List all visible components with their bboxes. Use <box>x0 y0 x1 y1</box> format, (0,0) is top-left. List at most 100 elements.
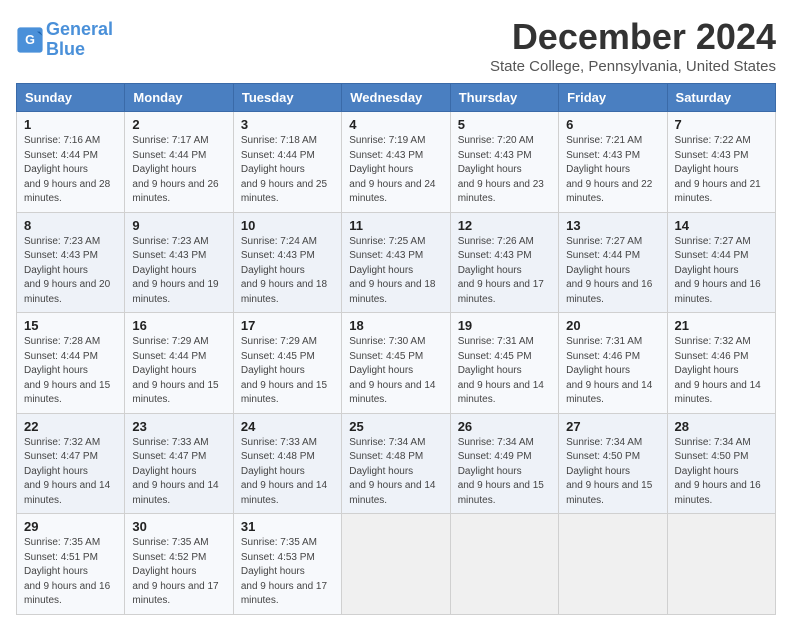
logo-line2: Blue <box>46 39 85 59</box>
calendar-cell: 8 Sunrise: 7:23 AMSunset: 4:43 PMDayligh… <box>17 212 125 313</box>
calendar-cell: 16 Sunrise: 7:29 AMSunset: 4:44 PMDaylig… <box>125 313 233 414</box>
day-info: Sunrise: 7:22 AMSunset: 4:43 PMDaylight … <box>675 135 761 204</box>
day-info: Sunrise: 7:23 AMSunset: 4:43 PMDaylight … <box>24 236 110 305</box>
calendar-cell: 9 Sunrise: 7:23 AMSunset: 4:43 PMDayligh… <box>125 212 233 313</box>
day-number: 19 <box>458 318 551 333</box>
weekday-header-saturday: Saturday <box>667 84 775 112</box>
day-number: 21 <box>675 318 768 333</box>
calendar-cell <box>667 514 775 615</box>
day-number: 7 <box>675 117 768 132</box>
location: State College, Pennsylvania, United Stat… <box>490 58 776 75</box>
day-number: 23 <box>132 419 225 434</box>
day-info: Sunrise: 7:35 AMSunset: 4:53 PMDaylight … <box>241 537 327 606</box>
day-number: 28 <box>675 419 768 434</box>
svg-text:G: G <box>25 33 35 47</box>
day-number: 25 <box>349 419 442 434</box>
day-info: Sunrise: 7:26 AMSunset: 4:43 PMDaylight … <box>458 236 544 305</box>
day-number: 14 <box>675 218 768 233</box>
weekday-header-friday: Friday <box>559 84 667 112</box>
day-number: 15 <box>24 318 117 333</box>
calendar-cell: 1 Sunrise: 7:16 AMSunset: 4:44 PMDayligh… <box>17 112 125 213</box>
day-info: Sunrise: 7:28 AMSunset: 4:44 PMDaylight … <box>24 336 110 405</box>
day-number: 30 <box>132 519 225 534</box>
day-number: 1 <box>24 117 117 132</box>
calendar-cell: 7 Sunrise: 7:22 AMSunset: 4:43 PMDayligh… <box>667 112 775 213</box>
calendar-table: SundayMondayTuesdayWednesdayThursdayFrid… <box>16 83 776 615</box>
day-info: Sunrise: 7:25 AMSunset: 4:43 PMDaylight … <box>349 236 435 305</box>
day-info: Sunrise: 7:19 AMSunset: 4:43 PMDaylight … <box>349 135 435 204</box>
day-info: Sunrise: 7:27 AMSunset: 4:44 PMDaylight … <box>566 236 652 305</box>
day-info: Sunrise: 7:31 AMSunset: 4:45 PMDaylight … <box>458 336 544 405</box>
calendar-cell: 20 Sunrise: 7:31 AMSunset: 4:46 PMDaylig… <box>559 313 667 414</box>
calendar-cell: 31 Sunrise: 7:35 AMSunset: 4:53 PMDaylig… <box>233 514 341 615</box>
day-info: Sunrise: 7:29 AMSunset: 4:44 PMDaylight … <box>132 336 218 405</box>
day-number: 12 <box>458 218 551 233</box>
day-number: 5 <box>458 117 551 132</box>
day-info: Sunrise: 7:20 AMSunset: 4:43 PMDaylight … <box>458 135 544 204</box>
day-info: Sunrise: 7:30 AMSunset: 4:45 PMDaylight … <box>349 336 435 405</box>
calendar-cell: 29 Sunrise: 7:35 AMSunset: 4:51 PMDaylig… <box>17 514 125 615</box>
day-info: Sunrise: 7:32 AMSunset: 4:46 PMDaylight … <box>675 336 761 405</box>
day-info: Sunrise: 7:33 AMSunset: 4:47 PMDaylight … <box>132 437 218 506</box>
day-info: Sunrise: 7:34 AMSunset: 4:48 PMDaylight … <box>349 437 435 506</box>
logo-icon: G <box>16 26 44 54</box>
day-number: 31 <box>241 519 334 534</box>
day-number: 22 <box>24 419 117 434</box>
header: G General Blue December 2024 State Colle… <box>16 16 776 75</box>
calendar-cell: 17 Sunrise: 7:29 AMSunset: 4:45 PMDaylig… <box>233 313 341 414</box>
day-info: Sunrise: 7:32 AMSunset: 4:47 PMDaylight … <box>24 437 110 506</box>
day-number: 2 <box>132 117 225 132</box>
calendar-cell: 13 Sunrise: 7:27 AMSunset: 4:44 PMDaylig… <box>559 212 667 313</box>
calendar-cell: 21 Sunrise: 7:32 AMSunset: 4:46 PMDaylig… <box>667 313 775 414</box>
calendar-cell: 10 Sunrise: 7:24 AMSunset: 4:43 PMDaylig… <box>233 212 341 313</box>
day-number: 27 <box>566 419 659 434</box>
week-row-3: 15 Sunrise: 7:28 AMSunset: 4:44 PMDaylig… <box>17 313 776 414</box>
day-number: 18 <box>349 318 442 333</box>
calendar-cell: 23 Sunrise: 7:33 AMSunset: 4:47 PMDaylig… <box>125 413 233 514</box>
day-info: Sunrise: 7:35 AMSunset: 4:52 PMDaylight … <box>132 537 218 606</box>
weekday-header-tuesday: Tuesday <box>233 84 341 112</box>
day-info: Sunrise: 7:27 AMSunset: 4:44 PMDaylight … <box>675 236 761 305</box>
day-info: Sunrise: 7:35 AMSunset: 4:51 PMDaylight … <box>24 537 110 606</box>
calendar-cell: 30 Sunrise: 7:35 AMSunset: 4:52 PMDaylig… <box>125 514 233 615</box>
day-info: Sunrise: 7:29 AMSunset: 4:45 PMDaylight … <box>241 336 327 405</box>
day-number: 9 <box>132 218 225 233</box>
day-info: Sunrise: 7:16 AMSunset: 4:44 PMDaylight … <box>24 135 110 204</box>
weekday-header-wednesday: Wednesday <box>342 84 450 112</box>
day-number: 10 <box>241 218 334 233</box>
day-number: 24 <box>241 419 334 434</box>
calendar-cell: 12 Sunrise: 7:26 AMSunset: 4:43 PMDaylig… <box>450 212 558 313</box>
week-row-2: 8 Sunrise: 7:23 AMSunset: 4:43 PMDayligh… <box>17 212 776 313</box>
day-number: 3 <box>241 117 334 132</box>
calendar-cell: 3 Sunrise: 7:18 AMSunset: 4:44 PMDayligh… <box>233 112 341 213</box>
month-title: December 2024 <box>490 16 776 58</box>
week-row-4: 22 Sunrise: 7:32 AMSunset: 4:47 PMDaylig… <box>17 413 776 514</box>
calendar-cell <box>342 514 450 615</box>
calendar-cell <box>450 514 558 615</box>
title-area: December 2024 State College, Pennsylvani… <box>490 16 776 75</box>
day-number: 13 <box>566 218 659 233</box>
calendar-cell: 4 Sunrise: 7:19 AMSunset: 4:43 PMDayligh… <box>342 112 450 213</box>
calendar-cell: 28 Sunrise: 7:34 AMSunset: 4:50 PMDaylig… <box>667 413 775 514</box>
weekday-header-sunday: Sunday <box>17 84 125 112</box>
day-number: 26 <box>458 419 551 434</box>
calendar-cell: 27 Sunrise: 7:34 AMSunset: 4:50 PMDaylig… <box>559 413 667 514</box>
day-number: 8 <box>24 218 117 233</box>
day-info: Sunrise: 7:34 AMSunset: 4:49 PMDaylight … <box>458 437 544 506</box>
day-number: 29 <box>24 519 117 534</box>
day-number: 16 <box>132 318 225 333</box>
calendar-cell: 22 Sunrise: 7:32 AMSunset: 4:47 PMDaylig… <box>17 413 125 514</box>
calendar-cell: 6 Sunrise: 7:21 AMSunset: 4:43 PMDayligh… <box>559 112 667 213</box>
weekday-header-monday: Monday <box>125 84 233 112</box>
logo: G General Blue <box>16 20 113 60</box>
calendar-cell: 2 Sunrise: 7:17 AMSunset: 4:44 PMDayligh… <box>125 112 233 213</box>
calendar-cell: 24 Sunrise: 7:33 AMSunset: 4:48 PMDaylig… <box>233 413 341 514</box>
day-number: 11 <box>349 218 442 233</box>
day-info: Sunrise: 7:33 AMSunset: 4:48 PMDaylight … <box>241 437 327 506</box>
day-info: Sunrise: 7:31 AMSunset: 4:46 PMDaylight … <box>566 336 652 405</box>
calendar-cell <box>559 514 667 615</box>
logo-text: General Blue <box>46 20 113 60</box>
calendar-cell: 26 Sunrise: 7:34 AMSunset: 4:49 PMDaylig… <box>450 413 558 514</box>
day-number: 20 <box>566 318 659 333</box>
day-info: Sunrise: 7:23 AMSunset: 4:43 PMDaylight … <box>132 236 218 305</box>
